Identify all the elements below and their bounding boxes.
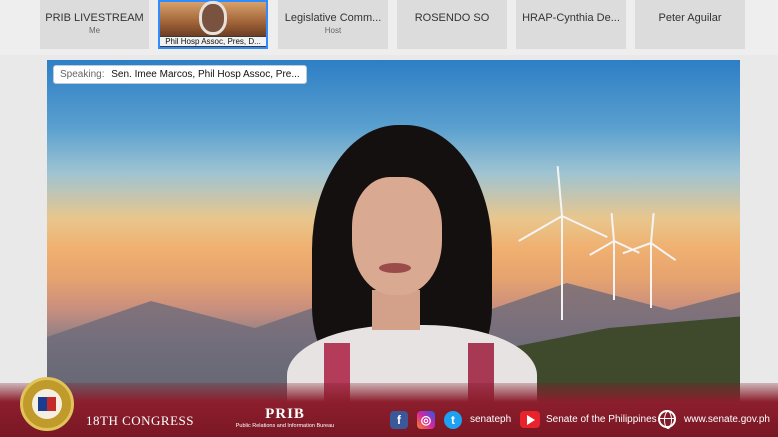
youtube-channel-label: Senate of the Philippines: [546, 414, 657, 425]
website-label: www.senate.gov.ph: [684, 414, 770, 425]
speaking-label: Speaking:: [60, 69, 105, 80]
prib-logo: PRIB Public Relations and Information Bu…: [230, 406, 340, 429]
youtube-icon: [520, 411, 540, 428]
participant-tile[interactable]: ROSENDO SO: [397, 0, 507, 49]
active-speaker-video[interactable]: [47, 60, 740, 437]
participant-name: PRIB LIVESTREAM: [45, 12, 144, 24]
twitter-icon: t: [444, 411, 462, 429]
prib-subtitle: Public Relations and Information Bureau: [235, 423, 335, 429]
participant-name: HRAP-Cynthia De...: [522, 12, 620, 24]
participant-name: Phil Hosp Assoc, Pres, D...: [160, 37, 266, 46]
participant-name: Legislative Comm...: [284, 12, 382, 24]
prib-title: PRIB: [265, 406, 305, 422]
globe-icon: [658, 410, 676, 429]
participant-tile[interactable]: PRIB LIVESTREAM Me: [40, 0, 149, 49]
facebook-icon: f: [390, 411, 408, 429]
senate-seal-logo: [20, 377, 74, 431]
participant-strip: PRIB LIVESTREAM Me Phil Hosp Assoc, Pres…: [0, 0, 778, 55]
instagram-icon: ◎: [417, 411, 435, 429]
speaking-indicator: Speaking: Sen. Imee Marcos, Phil Hosp As…: [53, 65, 307, 84]
participant-role: Host: [324, 26, 342, 35]
wind-turbine-icon: [622, 213, 677, 308]
participant-tile-active[interactable]: Phil Hosp Assoc, Pres, D...: [158, 0, 268, 49]
participant-tile[interactable]: Peter Aguilar: [635, 0, 745, 49]
speaking-names: Sen. Imee Marcos, Phil Hosp Assoc, Pre..…: [111, 69, 300, 80]
participant-role: Me: [88, 26, 101, 35]
participant-video-thumbnail: [160, 2, 266, 36]
social-handle: senateph: [470, 414, 512, 425]
participant-tile[interactable]: HRAP-Cynthia De...: [516, 0, 626, 49]
participant-tile[interactable]: Legislative Comm... Host: [278, 0, 388, 49]
participant-name: ROSENDO SO: [414, 12, 490, 24]
participant-name: Peter Aguilar: [658, 12, 722, 24]
congress-label: 18TH CONGRESS: [86, 413, 194, 428]
wind-turbine-icon: [589, 213, 640, 300]
